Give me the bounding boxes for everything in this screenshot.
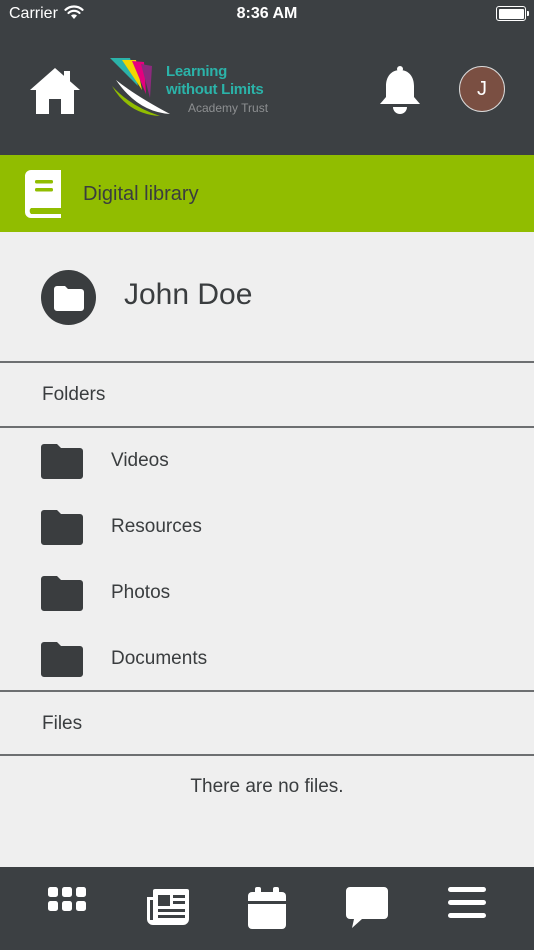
clock: 8:36 AM [236,5,298,22]
home-icon[interactable] [28,66,82,116]
folder-item-videos[interactable]: Videos [0,427,534,493]
tab-apps[interactable] [17,867,117,950]
folder-label: Videos [111,450,169,471]
owner-name: John Doe [124,278,253,311]
folder-label: Documents [111,648,208,669]
folder-icon [41,444,83,479]
tab-news[interactable] [118,867,218,950]
battery-icon [496,6,529,21]
folder-icon [54,286,84,311]
folder-item-documents[interactable]: Documents [0,625,534,691]
folder-label: Photos [111,582,171,603]
grid-icon [48,887,86,911]
owner-folder-badge [41,270,96,325]
logo-line2: without Limits [166,81,264,98]
folder-label: Resources [111,516,202,537]
chat-bubble-icon [346,887,388,928]
newspaper-icon [147,889,189,925]
logo-line3: Academy Trust [188,101,269,115]
bottom-tab-bar [0,867,534,950]
folder-item-resources[interactable]: Resources [0,493,534,559]
tab-menu[interactable] [417,867,517,950]
folder-icon [41,510,83,545]
files-heading: Files [42,713,83,734]
calendar-icon [248,887,286,929]
notifications-bell-icon[interactable] [378,66,422,116]
app-header: Learning without Limits Academy Trust J [0,28,534,155]
user-avatar[interactable]: J [459,66,505,112]
logo-mark [110,58,170,116]
divider [0,690,534,692]
library-owner: John Doe [0,232,534,361]
folder-icon [41,576,83,611]
divider [0,754,534,756]
status-bar: Carrier 8:36 AM [0,0,534,28]
tab-calendar[interactable] [217,867,317,950]
folders-heading: Folders [42,384,106,405]
school-logo: Learning without Limits Academy Trust [108,56,288,120]
folder-item-photos[interactable]: Photos [0,559,534,625]
section-title: Digital library [83,183,199,205]
logo-line1: Learning [166,63,227,80]
empty-files-message: There are no files. [190,776,344,797]
tab-messages[interactable] [317,867,417,950]
book-icon [25,170,61,218]
divider [0,361,534,363]
folder-icon [41,642,83,677]
menu-icon [448,887,486,918]
section-header: Digital library [0,155,534,232]
